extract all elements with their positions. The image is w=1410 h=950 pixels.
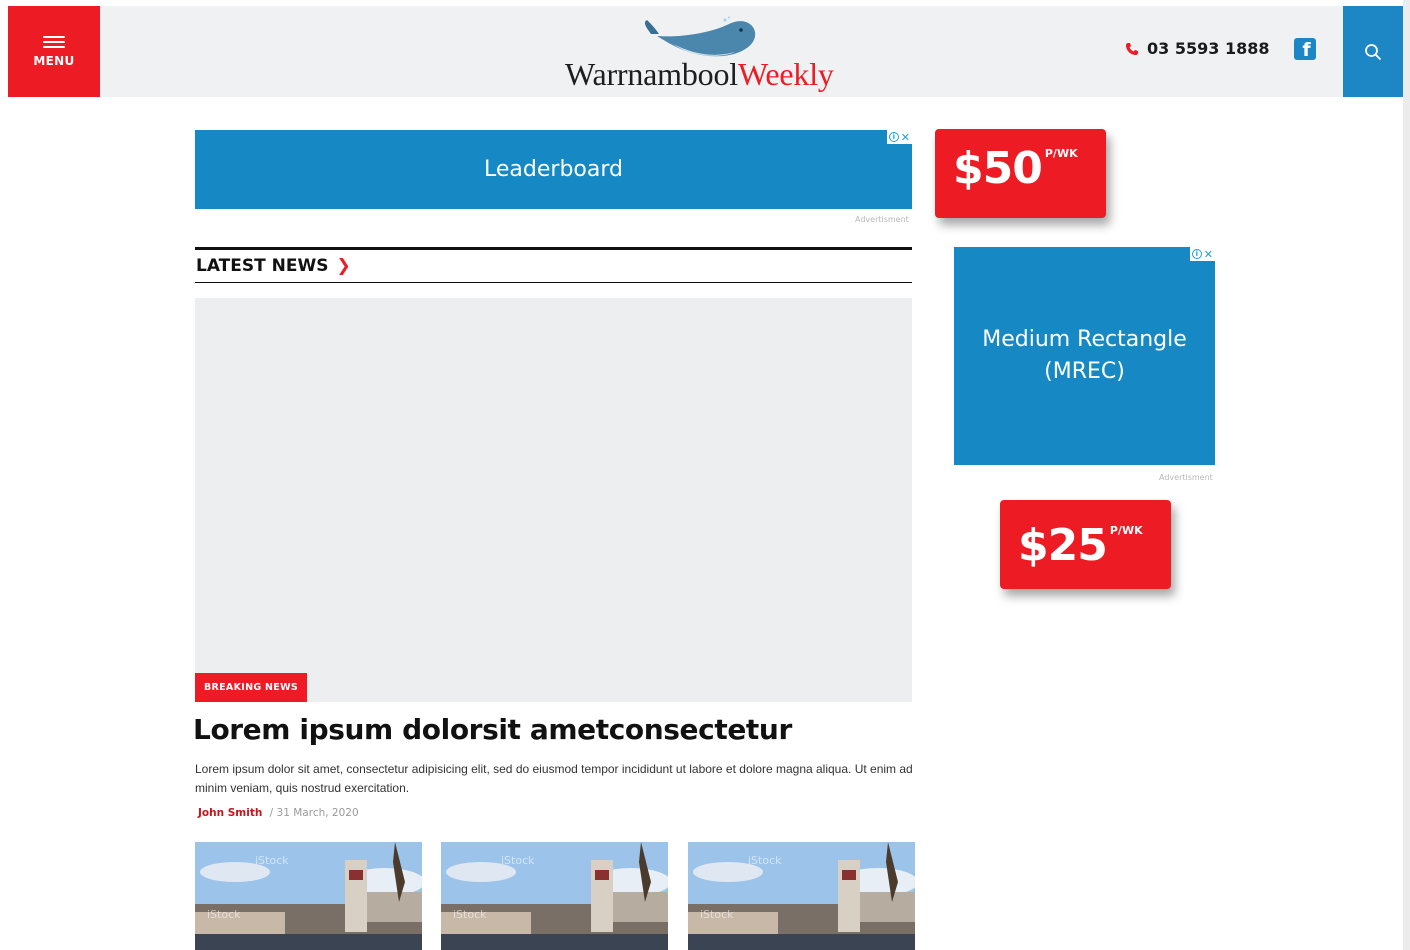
hamburger-icon <box>43 35 65 48</box>
section-top-rule <box>195 247 912 250</box>
news-thumbnail[interactable]: iStock iStock <box>195 842 422 950</box>
author-link[interactable]: John Smith <box>198 807 262 819</box>
logo-wordmark: WarrnamboolWeekly <box>565 56 834 92</box>
mrec-price-tag: $25 P/WK <box>1000 500 1171 589</box>
chevron-right-icon: ❯ <box>336 256 351 276</box>
leaderboard-price: $50 <box>953 143 1043 194</box>
menu-button[interactable]: MENU <box>8 6 100 97</box>
search-icon <box>1365 43 1381 60</box>
ad-info-icon[interactable]: i <box>888 132 899 142</box>
site-logo[interactable]: WarrnamboolWeekly <box>565 14 855 94</box>
leaderboard-price-tag: $50 P/WK <box>935 129 1106 218</box>
leaderboard-ad-caption: Advertisment <box>855 215 909 224</box>
street-photo <box>688 842 915 950</box>
menu-label: MENU <box>33 53 75 68</box>
ad-close-icon[interactable]: ✕ <box>901 132 910 143</box>
hero-excerpt: Lorem ipsum dolor sit amet, consectetur … <box>195 762 913 795</box>
site-header: MENU WarrnamboolWeekly 03 5593 1888 f <box>8 6 1403 97</box>
adchoices-badge[interactable]: i ✕ <box>886 130 912 144</box>
latest-news-title: LATEST NEWS <box>196 256 329 276</box>
mrec-ad-caption: Advertisment <box>1159 473 1213 482</box>
mrec-price-unit: P/WK <box>1109 524 1143 537</box>
mrec-ad[interactable]: Medium Rectangle (MREC) i ✕ <box>954 247 1215 465</box>
mrec-price: $25 <box>1018 520 1108 571</box>
hero-headline[interactable]: Lorem ipsum dolorsit ametconsectetur <box>193 713 792 746</box>
leaderboard-ad[interactable]: Leaderboard i ✕ <box>195 130 912 209</box>
phone-icon <box>1126 42 1138 55</box>
breaking-news-badge: BREAKING NEWS <box>195 673 307 702</box>
street-photo <box>441 842 668 950</box>
ad-info-icon[interactable]: i <box>1191 249 1202 259</box>
leaderboard-price-unit: P/WK <box>1044 147 1078 160</box>
section-bottom-rule <box>195 282 912 283</box>
street-photo <box>195 842 422 950</box>
mrec-ad-label: Medium Rectangle (MREC) <box>982 327 1187 384</box>
latest-news-heading[interactable]: LATEST NEWS ❯ <box>196 256 351 276</box>
news-thumbnail[interactable]: iStock iStock <box>441 842 668 950</box>
hero-byline: John Smith / 31 March, 2020 <box>198 807 359 819</box>
ad-close-icon[interactable]: ✕ <box>1204 249 1213 260</box>
leaderboard-ad-label: Leaderboard <box>484 157 623 182</box>
page-scrollbar[interactable] <box>1403 0 1410 950</box>
phone-number: 03 5593 1888 <box>1147 39 1270 58</box>
news-thumbnail[interactable]: iStock iStock <box>688 842 915 950</box>
facebook-icon[interactable]: f <box>1294 38 1316 60</box>
search-button[interactable] <box>1343 6 1403 97</box>
adchoices-badge[interactable]: i ✕ <box>1189 247 1215 261</box>
phone-link[interactable]: 03 5593 1888 <box>1125 39 1269 58</box>
hero-image[interactable] <box>195 298 912 702</box>
publish-date: / 31 March, 2020 <box>269 807 359 819</box>
